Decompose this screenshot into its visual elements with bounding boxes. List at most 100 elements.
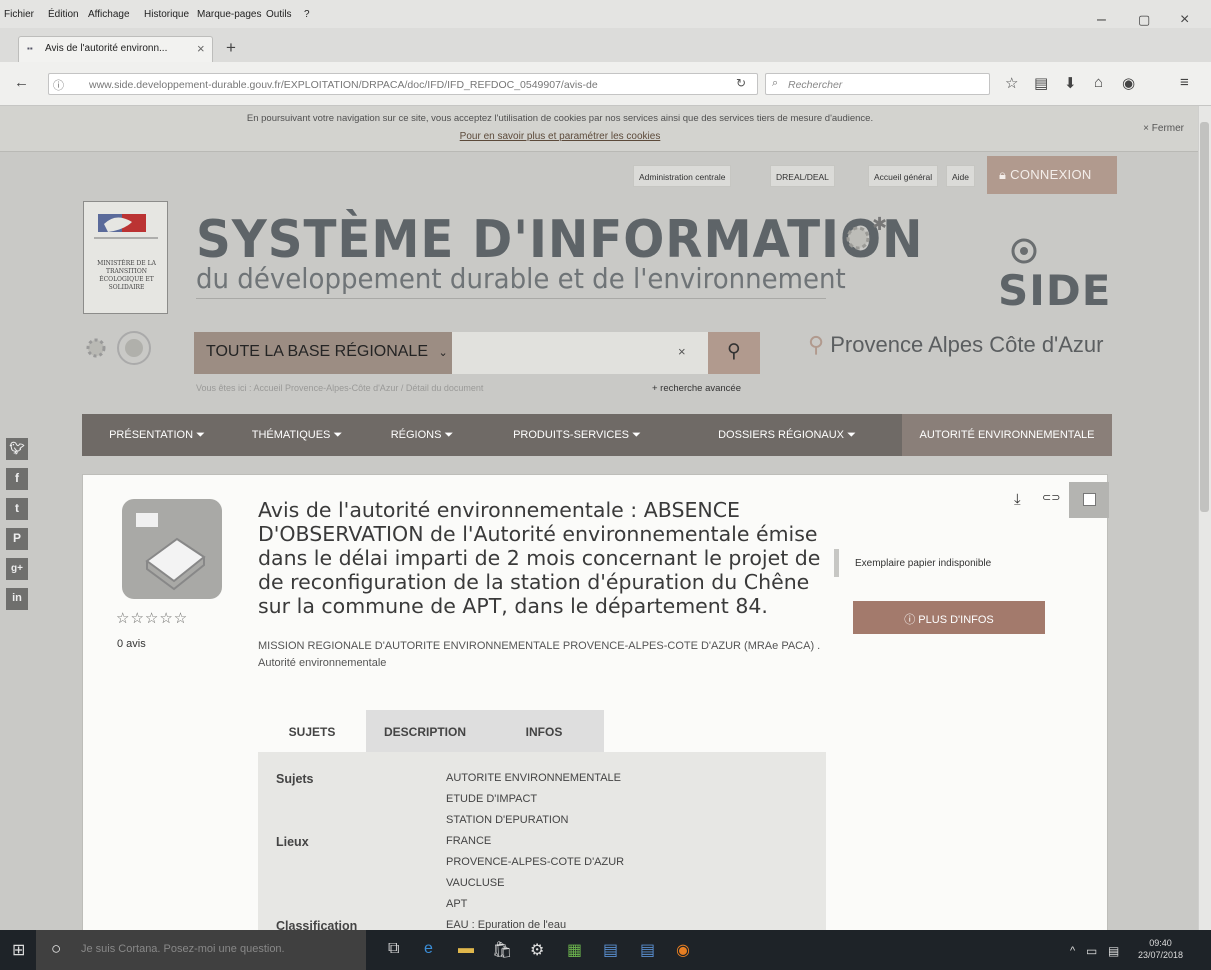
clock-time: 09:40	[1149, 938, 1172, 948]
menu-historique[interactable]: Historique	[144, 9, 189, 20]
minimize-icon[interactable]: –	[1097, 12, 1106, 28]
subject-value[interactable]: AUTORITE ENVIRONNEMENTALE	[446, 772, 621, 784]
admin-link-centrale[interactable]: Administration centrale	[633, 165, 732, 187]
info-circle-icon: ⓘ	[904, 614, 919, 626]
url-text[interactable]: www.side.developpement-durable.gouv.fr/E…	[89, 79, 694, 91]
windows-start-icon[interactable]: ⊞	[12, 940, 25, 960]
nav-thematiques[interactable]: THÉMATIQUES ⏷	[232, 414, 362, 456]
twitter-icon[interactable]: 🐦︎	[6, 438, 28, 460]
gears-icon: ✱	[846, 214, 887, 250]
word-icon[interactable]: ▤	[603, 940, 618, 960]
tray-chevron-icon[interactable]: ^	[1070, 945, 1075, 957]
task-view-icon[interactable]: ⧉	[388, 940, 399, 958]
firefox-icon[interactable]: ◉	[676, 940, 690, 960]
network-app-icon[interactable]: ⚙	[530, 940, 544, 960]
cookie-settings-link[interactable]: Pour en savoir plus et paramétrer les co…	[180, 131, 940, 142]
tab-close-icon[interactable]: ×	[197, 41, 205, 56]
cortana-search-box[interactable]: ○ Je suis Cortana. Posez-moi une questio…	[36, 930, 366, 970]
download-document-icon[interactable]: ⤓	[1014, 491, 1021, 508]
back-icon[interactable]: ←	[14, 74, 29, 91]
breadcrumb[interactable]: Vous êtes ici : Accueil Provence-Alpes-C…	[196, 383, 483, 393]
scrollbar-thumb[interactable]	[1200, 122, 1209, 512]
close-icon[interactable]: ×	[1180, 12, 1189, 28]
browser-search-bar[interactable]: ⌕ Rechercher	[765, 73, 990, 95]
notifications-icon[interactable]: ▤	[1108, 944, 1119, 958]
nav-regions-label: RÉGIONS	[390, 429, 442, 441]
cookie-banner: En poursuivant votre navigation sur ce s…	[0, 106, 1198, 152]
ministry-logo[interactable]: MINISTÈRE DE LA TRANSITION ÉCOLOGIQUE ET…	[83, 201, 168, 314]
subject-value[interactable]: STATION D'EPURATION	[446, 814, 569, 826]
title-underline	[196, 298, 826, 299]
site-search-input[interactable]: ×	[452, 332, 708, 374]
maximize-icon[interactable]: ▢	[1138, 12, 1150, 28]
select-document-checkbox[interactable]	[1069, 482, 1109, 518]
menu-outils[interactable]: Outils	[266, 9, 292, 20]
cookie-close-button[interactable]: × Fermer	[1143, 123, 1184, 134]
search-scope-label: TOUTE LA BASE RÉGIONALE	[206, 343, 428, 360]
site-info-icon[interactable]: ⓘ	[53, 77, 64, 93]
nav-dossiers-regionaux[interactable]: DOSSIERS RÉGIONAUX ⏷	[672, 414, 902, 456]
excel-icon[interactable]: ▦	[567, 940, 582, 960]
new-tab-icon[interactable]: +	[226, 38, 236, 58]
facebook-icon[interactable]: f	[6, 468, 28, 490]
store-icon[interactable]: 🛍︎	[492, 940, 512, 960]
region-label[interactable]: ⚲ Provence Alpes Côte d'Azur	[808, 332, 1104, 358]
clock-date: 23/07/2018	[1138, 950, 1184, 960]
google-plus-icon[interactable]: g+	[6, 558, 28, 580]
chevron-down-icon: ⌄	[438, 347, 448, 359]
pinterest-icon[interactable]: P	[6, 528, 28, 550]
reload-icon[interactable]: ↻	[736, 76, 746, 90]
menu-aide[interactable]: ?	[304, 9, 310, 20]
admin-link-accueil[interactable]: Accueil général	[868, 165, 939, 187]
nav-regions[interactable]: RÉGIONS ⏷	[362, 414, 482, 456]
nav-produits-services[interactable]: PRODUITS-SERVICES ⏷	[482, 414, 672, 456]
availability-marker	[834, 549, 839, 577]
book-icon	[136, 513, 206, 591]
nav-presentation-label: PRÉSENTATION	[109, 429, 194, 441]
advanced-search-link[interactable]: + recherche avancée	[652, 383, 741, 394]
linkedin-icon[interactable]: in	[6, 588, 28, 610]
library-icon[interactable]: ▤	[1034, 74, 1048, 92]
side-brand[interactable]: SIDE	[998, 266, 1111, 315]
system-clock[interactable]: 09:40 23/07/2018	[1138, 937, 1183, 961]
bookmark-star-icon[interactable]: ☆	[1005, 74, 1018, 92]
rating-stars[interactable]: ☆☆☆☆☆	[116, 609, 188, 627]
place-value[interactable]: APT	[446, 898, 467, 910]
menu-edition[interactable]: Édition	[48, 9, 79, 20]
cookie-text: En poursuivant votre navigation sur ce s…	[246, 113, 874, 124]
clear-search-icon[interactable]: ×	[678, 344, 686, 359]
document-icon[interactable]: ▤	[640, 940, 655, 960]
classification-value[interactable]: EAU : Epuration de l'eau	[446, 919, 566, 930]
tab-sujets[interactable]: SUJETS	[258, 710, 366, 752]
permalink-icon[interactable]: ⊂⊃	[1042, 491, 1060, 504]
edge-icon[interactable]: e	[424, 940, 433, 958]
url-bar[interactable]: ⓘ www.side.developpement-durable.gouv.fr…	[48, 73, 758, 95]
admin-link-aide[interactable]: Aide	[946, 165, 976, 187]
tab-infos[interactable]: INFOS	[484, 710, 604, 752]
nav-produits-label: PRODUITS-SERVICES	[513, 429, 630, 441]
search-scope-dropdown[interactable]: TOUTE LA BASE RÉGIONALE ⌄	[194, 332, 452, 374]
menu-fichier[interactable]: Fichier	[4, 9, 34, 20]
file-explorer-icon[interactable]: ▬	[458, 940, 474, 958]
menu-marque-pages[interactable]: Marque-pages	[197, 9, 261, 20]
search-submit-button[interactable]: ⚲	[708, 332, 760, 374]
network-tray-icon[interactable]: ▭	[1086, 944, 1097, 958]
hamburger-menu-icon[interactable]: ≡	[1180, 74, 1189, 91]
download-icon[interactable]: ⬇	[1064, 74, 1077, 92]
more-info-button[interactable]: ⓘ PLUS D'INFOS	[853, 601, 1045, 634]
home-icon[interactable]: ⌂	[1094, 74, 1103, 91]
place-value[interactable]: VAUCLUSE	[446, 877, 504, 889]
search-placeholder: Rechercher	[788, 79, 843, 91]
place-value[interactable]: FRANCE	[446, 835, 491, 847]
tab-description[interactable]: DESCRIPTION	[366, 710, 484, 752]
adblock-icon[interactable]: ◉	[1122, 74, 1135, 92]
browser-tab[interactable]: ▪▪ Avis de l'autorité environn... ×	[18, 36, 213, 62]
subject-value[interactable]: ETUDE D'IMPACT	[446, 793, 537, 805]
connexion-button[interactable]: 🔒︎ CONNEXION	[987, 156, 1117, 194]
place-value[interactable]: PROVENCE-ALPES-COTE D'AZUR	[446, 856, 624, 868]
tumblr-icon[interactable]: t	[6, 498, 28, 520]
nav-autorite-environnementale[interactable]: AUTORITÉ ENVIRONNEMENTALE	[902, 414, 1112, 456]
nav-presentation[interactable]: PRÉSENTATION ⏷	[82, 414, 232, 456]
admin-link-dreal[interactable]: DREAL/DEAL	[770, 165, 835, 187]
menu-affichage[interactable]: Affichage	[88, 9, 130, 20]
